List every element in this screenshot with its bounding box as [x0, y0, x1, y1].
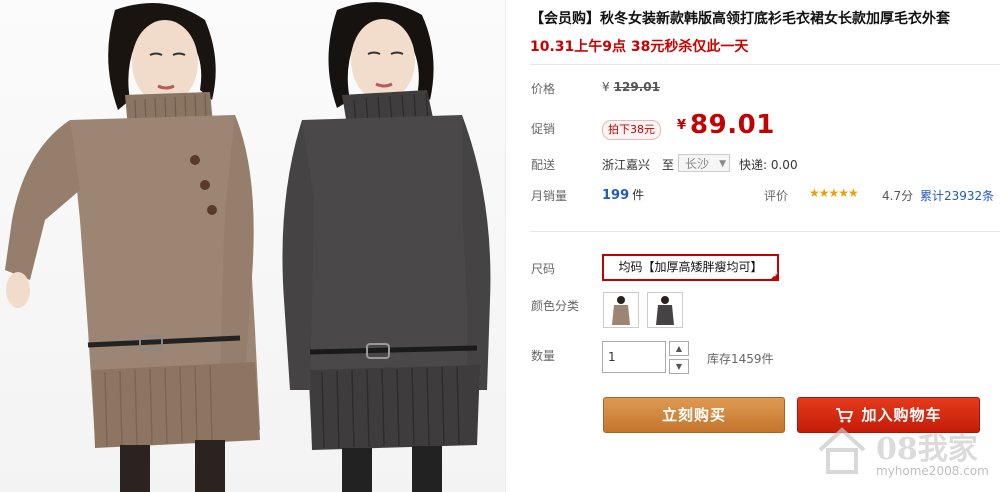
- product-title: 【会员购】秋冬女装新款韩版高领打底衫毛衣裙女长款加厚毛衣外套: [530, 11, 950, 27]
- add-to-cart-label: 加入购物车: [861, 406, 942, 424]
- city-select-value: 长沙: [685, 157, 710, 171]
- model-charcoal-sweater: [262, 0, 505, 492]
- quantity-decrement-button[interactable]: ▼: [669, 359, 689, 374]
- quantity-input[interactable]: 1: [602, 341, 666, 373]
- title-separator: [530, 64, 1000, 65]
- photo-divider: [505, 0, 506, 492]
- current-currency-symbol: ¥: [677, 118, 687, 133]
- buy-now-button[interactable]: 立刻购买: [603, 397, 785, 433]
- product-subtitle: 10.31上午9点 38元秒杀仅此一天: [530, 39, 749, 55]
- express-fee: 快递: 0.00: [739, 158, 798, 172]
- info-separator: [530, 231, 1000, 232]
- sales-unit: 件: [632, 188, 645, 202]
- current-price: ¥89.01: [677, 110, 775, 140]
- sales-count: 199 件: [602, 186, 644, 203]
- color-label: 颜色分类: [531, 299, 580, 313]
- rating-score: 4.7分: [882, 189, 914, 203]
- quantity-label: 数量: [531, 349, 556, 363]
- promo-label: 促销: [531, 122, 556, 136]
- rating-stars-icon: ★★★★★: [809, 186, 859, 200]
- size-option-label: 均码【加厚高矮胖瘦均可】: [618, 260, 763, 274]
- size-label: 尺码: [531, 262, 556, 276]
- reviews-link[interactable]: 累计23932条: [920, 187, 994, 204]
- watermark-url: myhome2008.com: [876, 464, 989, 478]
- sales-label: 月销量: [531, 189, 568, 203]
- stock-count: 库存1459件: [707, 352, 774, 366]
- add-to-cart-button[interactable]: 加入购物车: [797, 397, 980, 433]
- color-swatch-brown[interactable]: [603, 292, 639, 328]
- current-price-amount: 89.01: [690, 110, 775, 140]
- delivery-from: 浙江嘉兴: [602, 158, 651, 172]
- model-brown-sweater: [0, 0, 260, 492]
- price-label: 价格: [531, 82, 556, 96]
- quantity-increment-button[interactable]: ▲: [669, 341, 689, 356]
- currency-symbol: ¥: [602, 80, 610, 94]
- sales-count-number: 199: [602, 188, 630, 203]
- color-swatch-charcoal[interactable]: [647, 292, 683, 328]
- delivery-to-word: 至: [662, 158, 675, 172]
- chevron-down-icon: ▼: [719, 159, 726, 169]
- promo-tag: 拍下38元: [602, 120, 661, 140]
- original-price-amount: 129.01: [613, 80, 660, 94]
- original-price: ¥129.01: [602, 80, 660, 94]
- size-option-selected[interactable]: 均码【加厚高矮胖瘦均可】: [602, 254, 779, 281]
- city-select[interactable]: 长沙 ▼: [678, 154, 730, 172]
- rating-label: 评价: [764, 189, 789, 203]
- selected-check-icon: [769, 271, 779, 281]
- cart-icon: [835, 401, 854, 435]
- product-photo[interactable]: [0, 0, 505, 492]
- delivery-label: 配送: [531, 158, 556, 172]
